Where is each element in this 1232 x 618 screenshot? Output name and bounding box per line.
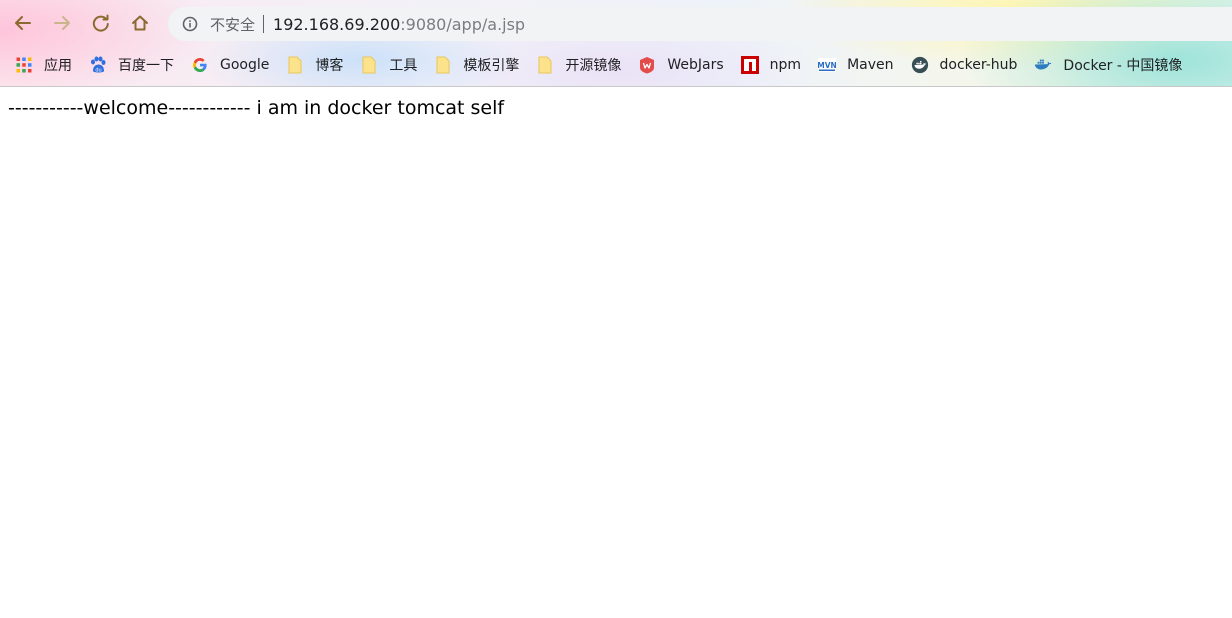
google-g-icon bbox=[191, 56, 209, 74]
omnibox-separator bbox=[263, 15, 265, 33]
folder-icon bbox=[536, 56, 554, 74]
bookmark-label: 模板引擎 bbox=[463, 58, 520, 74]
forward-arrow-icon bbox=[54, 16, 70, 30]
home-button[interactable] bbox=[126, 9, 154, 37]
webjars-icon bbox=[638, 56, 656, 74]
bookmark-baidu[interactable]: du 百度一下 bbox=[83, 51, 180, 79]
bookmark-label: docker-hub bbox=[939, 57, 1018, 73]
back-button[interactable] bbox=[9, 9, 37, 37]
folder-icon bbox=[434, 56, 452, 74]
bookmark-label: 百度一下 bbox=[118, 58, 174, 74]
folder-icon bbox=[360, 56, 378, 74]
home-icon bbox=[132, 15, 148, 31]
folder-icon bbox=[286, 56, 304, 74]
baidu-paw-icon: du bbox=[89, 56, 107, 74]
url-path: :9080/app/a.jsp bbox=[400, 14, 526, 34]
browser-chrome: 不安全 192.168.69.200:9080/app/a.jsp 应用 du … bbox=[0, 0, 1232, 87]
bookmark-label: npm bbox=[769, 57, 802, 73]
reload-button[interactable] bbox=[87, 9, 115, 37]
bookmark-folder-blog[interactable]: 博客 bbox=[280, 51, 349, 79]
bookmark-label: 工具 bbox=[389, 58, 418, 74]
bookmark-label: 应用 bbox=[44, 58, 72, 74]
bookmarks-bar: 应用 du 百度一下 Google 博客 工具 模板引擎 开源镜像 WebJar… bbox=[0, 46, 1232, 84]
browser-toolbar: 不安全 192.168.69.200:9080/app/a.jsp bbox=[0, 0, 1232, 46]
bookmark-label: 开源镜像 bbox=[565, 58, 622, 74]
bookmark-google[interactable]: Google bbox=[185, 51, 275, 79]
bookmark-label: Docker - 中国镜像 bbox=[1063, 58, 1183, 74]
bookmark-folder-mirrors[interactable]: 开源镜像 bbox=[530, 51, 627, 79]
apps-grid-icon bbox=[15, 56, 33, 74]
bookmark-folder-template-engine[interactable]: 模板引擎 bbox=[428, 51, 525, 79]
info-icon[interactable] bbox=[182, 16, 198, 32]
bookmark-docker-cn-mirror[interactable]: Docker - 中国镜像 bbox=[1028, 51, 1188, 79]
bookmark-webjars[interactable]: WebJars bbox=[632, 51, 729, 79]
bookmark-apps[interactable]: 应用 bbox=[9, 51, 78, 79]
svg-text:MVN: MVN bbox=[818, 61, 836, 70]
docker-whale-icon bbox=[1034, 56, 1052, 74]
back-arrow-icon bbox=[15, 16, 31, 30]
maven-icon: MVN bbox=[818, 56, 837, 74]
bookmark-npm[interactable]: npm bbox=[735, 51, 807, 79]
page-body-text: -----------welcome------------ i am in d… bbox=[8, 97, 505, 119]
bookmark-label: Maven bbox=[847, 57, 894, 73]
bookmark-label: 博客 bbox=[315, 58, 344, 74]
bookmark-label: Google bbox=[220, 57, 270, 73]
bookmark-folder-tools[interactable]: 工具 bbox=[354, 51, 423, 79]
svg-text:du: du bbox=[95, 68, 101, 74]
npm-icon bbox=[740, 56, 759, 74]
bookmark-docker-hub[interactable]: docker-hub bbox=[905, 51, 1024, 79]
docker-hub-icon bbox=[911, 56, 929, 74]
url-text[interactable]: 192.168.69.200:9080/app/a.jsp bbox=[273, 15, 525, 34]
url-host: 192.168.69.200 bbox=[273, 14, 401, 34]
address-bar[interactable]: 不安全 192.168.69.200:9080/app/a.jsp bbox=[168, 7, 1232, 41]
bookmark-label: WebJars bbox=[667, 57, 724, 73]
bookmark-maven[interactable]: MVN Maven bbox=[812, 51, 899, 79]
reload-icon bbox=[92, 14, 109, 32]
forward-button[interactable] bbox=[48, 9, 76, 37]
security-label[interactable]: 不安全 bbox=[210, 14, 255, 35]
